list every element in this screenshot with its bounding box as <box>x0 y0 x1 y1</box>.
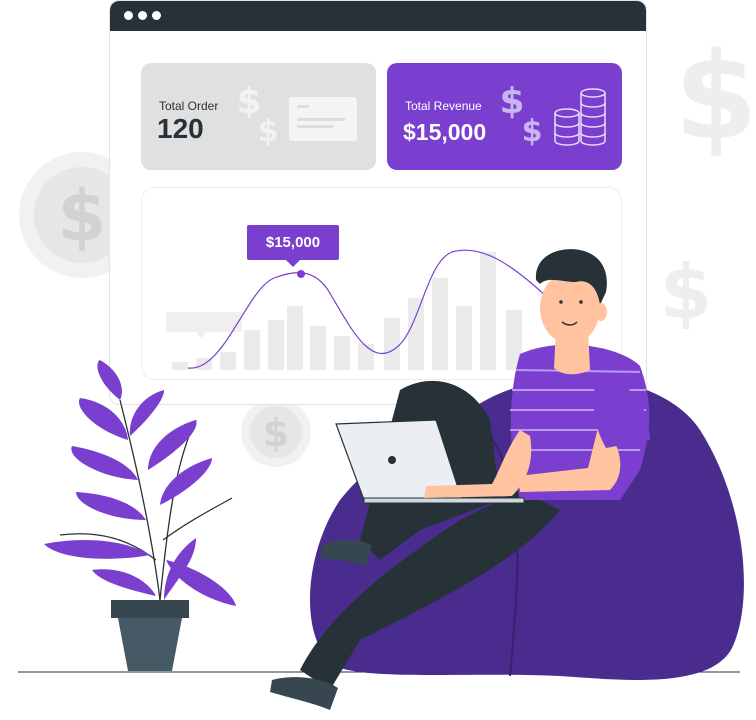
leaf-icon <box>148 420 197 470</box>
leaf-icon <box>76 492 146 520</box>
leaf-icon <box>160 458 212 505</box>
leaf-icon <box>92 569 156 596</box>
plant <box>44 360 236 671</box>
leaf-icon <box>44 539 150 559</box>
person-head <box>535 249 607 344</box>
illustration-scene: $ $ $ $ $ $ Total Order 120 $ $ Total Re… <box>0 0 756 720</box>
leaf-icon <box>97 360 122 400</box>
plant-pot-icon <box>111 600 189 671</box>
leaf-icon <box>71 446 138 480</box>
leaf-icon <box>129 390 165 436</box>
foreground-illustration <box>18 249 744 710</box>
